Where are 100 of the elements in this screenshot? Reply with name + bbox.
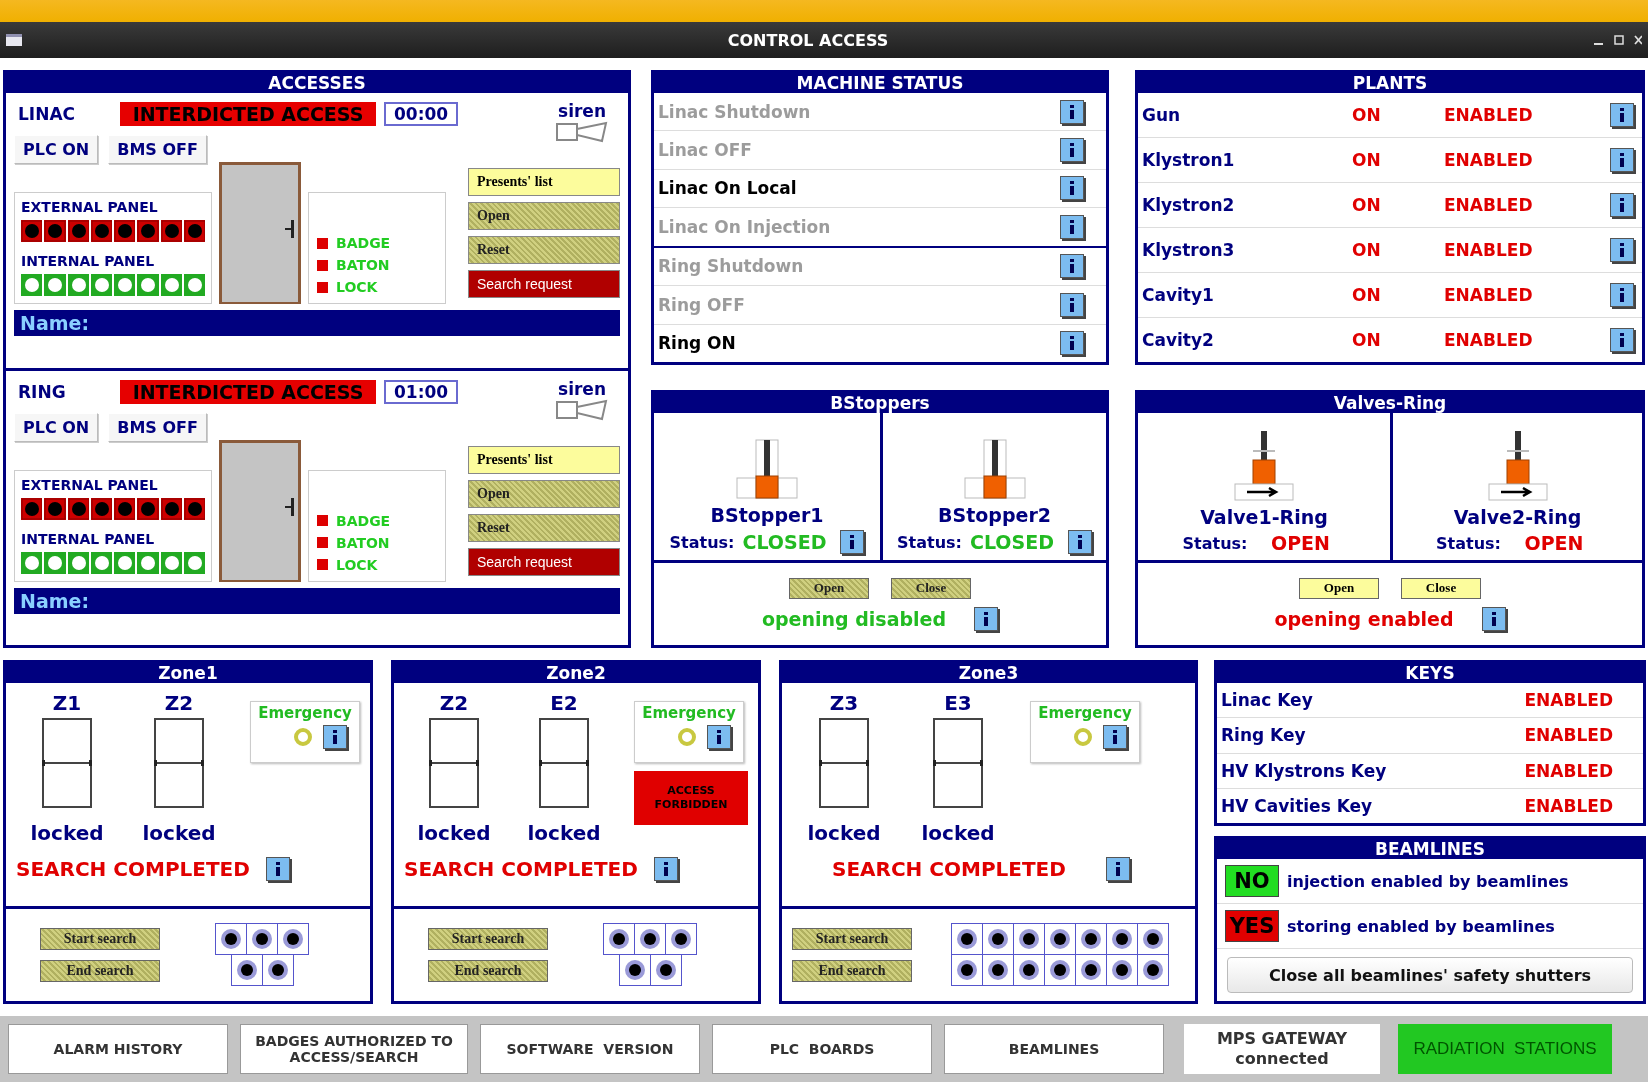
info-button[interactable] [1105, 857, 1130, 881]
action-button[interactable]: Presents' list [468, 168, 620, 196]
status-item: Linac On Local [658, 178, 798, 199]
info-button[interactable] [1060, 138, 1084, 163]
indicator-light [67, 551, 89, 574]
plant-enable: ENABLED [1444, 105, 1534, 125]
info-button[interactable] [1067, 530, 1092, 554]
gateway-status[interactable]: MPS GATEWAY connected [1184, 1024, 1380, 1074]
opening-message: opening enabled [1274, 607, 1454, 630]
indicator-light [67, 274, 89, 296]
info-icon [331, 730, 339, 744]
info-button[interactable] [265, 857, 290, 881]
door-state: locked [807, 821, 881, 845]
valve-drawing [1233, 430, 1295, 502]
action-button[interactable]: Search request [468, 547, 620, 576]
info-button[interactable] [1481, 606, 1506, 631]
timer-display: 01:00 [384, 379, 459, 404]
indicator-light [90, 274, 112, 296]
indicator-light [956, 959, 978, 981]
valve-button[interactable]: Close [1401, 577, 1481, 599]
info-button[interactable] [1060, 331, 1084, 356]
info-button[interactable] [1610, 238, 1634, 262]
door-state: locked [142, 821, 216, 845]
info-icon [715, 730, 723, 744]
indicator-light [1018, 928, 1040, 950]
info-icon [661, 862, 670, 876]
info-button[interactable] [1060, 254, 1084, 279]
info-icon [1618, 198, 1626, 212]
info-button[interactable] [1103, 725, 1127, 749]
indicator-light [137, 551, 159, 574]
info-icon [1068, 181, 1076, 196]
action-button[interactable]: Search request [468, 270, 620, 298]
info-button[interactable] [323, 725, 347, 749]
name-bar: Name: [14, 310, 620, 336]
action-button[interactable]: Presents' list [468, 445, 620, 474]
info-icon [1618, 288, 1626, 302]
indicator-light [44, 497, 66, 520]
plant-enable: ENABLED [1444, 240, 1534, 260]
info-button[interactable] [1610, 328, 1634, 352]
indicator-light [1049, 959, 1071, 981]
area-name: LINAC [17, 104, 77, 124]
info-button[interactable] [840, 530, 865, 554]
door-label: E3 [944, 691, 972, 715]
indicator-light [654, 959, 677, 981]
info-button[interactable] [1610, 148, 1634, 172]
nav-button[interactable]: BEAMLINES [944, 1024, 1164, 1074]
indicator-light [44, 551, 66, 574]
info-button[interactable] [1060, 292, 1084, 317]
info-button[interactable] [707, 725, 731, 749]
alarm-banner: INTERDICTED ACCESS [120, 102, 376, 126]
info-button[interactable] [1060, 214, 1084, 239]
status-item: Ring ON [658, 333, 737, 354]
info-button[interactable] [653, 857, 678, 881]
info-button[interactable] [974, 606, 999, 631]
indicator-light [266, 959, 289, 981]
maximize-icon[interactable] [1614, 35, 1624, 45]
info-icon [1618, 153, 1626, 167]
close-icon[interactable] [1634, 35, 1642, 45]
key-status: ENABLED [1524, 725, 1613, 746]
door-label: Z2 [439, 691, 469, 715]
check-label: LOCK [336, 279, 378, 295]
indicator-light [21, 274, 43, 296]
ring-icon [293, 727, 313, 747]
window-menu-icon[interactable] [6, 34, 22, 46]
info-button[interactable] [1610, 283, 1634, 307]
indicator-light [137, 497, 159, 520]
status-label: Status: [1182, 533, 1248, 553]
door-label: Z1 [52, 691, 82, 715]
info-icon [1068, 297, 1076, 312]
close-shutters-button[interactable]: Close all beamlines' safety shutters [1227, 957, 1633, 993]
info-button[interactable] [1610, 103, 1634, 127]
indicator-light [114, 551, 136, 574]
info-button[interactable] [1060, 99, 1084, 124]
indicator-light [67, 220, 89, 242]
indicator-light [1142, 928, 1164, 950]
nav-button[interactable]: ALARM HISTORY [8, 1024, 228, 1074]
beamline-text: storing enabled by beamlines [1287, 916, 1555, 936]
door-state: locked [527, 821, 601, 845]
check-label: BATON [336, 534, 390, 551]
indicator-light [623, 959, 646, 981]
info-button[interactable] [1610, 193, 1634, 217]
radiation-button[interactable]: RADIATION STATIONS [1398, 1024, 1612, 1074]
plant-name: Klystron3 [1142, 240, 1236, 260]
siren-icon [556, 121, 608, 143]
unit-name: BStopper1 [710, 504, 824, 526]
info-button[interactable] [1060, 176, 1084, 201]
unit-name: Valve2-Ring [1453, 506, 1582, 528]
window-title: CONTROL ACCESS [726, 30, 890, 50]
nav-button[interactable]: PLC BOARDS [712, 1024, 932, 1074]
nav-button[interactable]: SOFTWARE VERSION [480, 1024, 700, 1074]
status-item: Ring Shutdown [658, 256, 805, 277]
unit-name: BStopper2 [938, 504, 1051, 526]
valve-button[interactable]: Open [1299, 577, 1379, 599]
door-state: locked [417, 821, 491, 845]
indicator-light [235, 959, 258, 981]
info-icon [1618, 333, 1626, 347]
nav-button[interactable]: BADGES AUTHORIZED TO ACCESS/SEARCH [240, 1024, 468, 1074]
door-state: locked [921, 821, 995, 845]
emergency-label: Emergency [1038, 704, 1132, 722]
status-item: Linac On Injection [658, 216, 832, 237]
